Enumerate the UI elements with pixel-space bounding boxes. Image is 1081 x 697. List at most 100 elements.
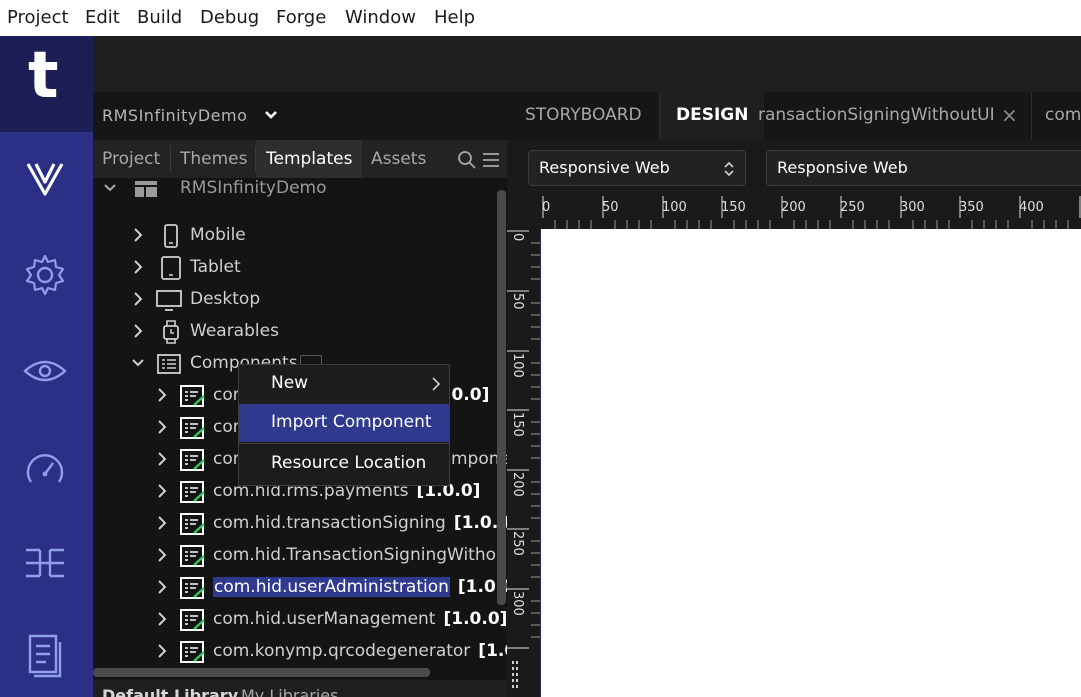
chevron-right-icon[interactable] <box>131 226 145 244</box>
tab-divider <box>1031 92 1032 140</box>
chevron-right-icon[interactable] <box>131 290 145 308</box>
tree-horizontal-scrollbar[interactable] <box>93 668 430 677</box>
editor-toolbar: Responsive Web Responsive Web <box>507 140 1081 196</box>
tree-item-desktop[interactable]: Desktop <box>93 285 507 315</box>
chevron-right-icon[interactable] <box>131 258 145 276</box>
context-menu-label: New <box>271 373 309 393</box>
component-icon <box>180 609 205 631</box>
component-icon <box>180 641 205 663</box>
menu-debug[interactable]: Debug <box>200 7 259 28</box>
chevron-down-icon[interactable] <box>265 110 277 120</box>
form-select-value: Responsive Web <box>777 158 908 177</box>
component-row[interactable]: com.hid.userManagement [1.0.0] <box>93 605 507 635</box>
editor-tabs: STORYBOARD DESIGN ransactionSigningWitho… <box>507 92 1081 140</box>
top-toolbar <box>93 36 1081 92</box>
menu-edit[interactable]: Edit <box>85 7 120 28</box>
tab-divider <box>170 146 171 172</box>
chevron-right-icon[interactable] <box>131 322 145 340</box>
preview-eye-icon[interactable] <box>22 348 68 394</box>
project-name[interactable]: RMSInfinityDemo <box>102 106 247 125</box>
icon-rail: t <box>0 36 93 697</box>
document-icon[interactable] <box>22 632 68 678</box>
tree-item-label: Tablet <box>190 257 241 277</box>
tree-vertical-scrollbar[interactable] <box>497 190 506 605</box>
chevron-right-icon[interactable] <box>155 610 169 628</box>
channel-select-value: Responsive Web <box>539 158 670 177</box>
context-menu-new[interactable]: New <box>239 365 449 403</box>
tab-templates[interactable]: Templates <box>256 140 363 178</box>
ruler-v-label: 50 <box>510 293 525 310</box>
chevron-right-icon[interactable] <box>155 418 169 436</box>
context-menu-label: Resource Location <box>271 453 427 473</box>
channel-select[interactable]: Responsive Web <box>528 150 746 186</box>
tab-default-library[interactable]: Default Library <box>102 686 238 697</box>
tree-root-label: RMSInfinityDemo <box>180 178 327 198</box>
close-tab-icon[interactable]: × <box>1001 92 1018 140</box>
app-logo[interactable]: t <box>0 36 93 132</box>
component-row[interactable]: com.konymp.qrcodegenerator[1.0. <box>93 637 507 667</box>
chevron-down-icon[interactable] <box>131 354 145 372</box>
tab-assets[interactable]: Assets <box>371 140 426 178</box>
tree-item-wearables[interactable]: Wearables <box>93 317 507 347</box>
chevron-right-icon[interactable] <box>155 482 169 500</box>
ruler-v-label: 250 <box>510 531 525 556</box>
tab-themes[interactable]: Themes <box>180 140 248 178</box>
component-list-icon <box>157 354 181 374</box>
desktop-monitor-icon <box>156 290 182 311</box>
component-row[interactable]: com.hid.TransactionSigningWithout <box>93 541 507 571</box>
ruler-h-label: 350 <box>959 200 984 215</box>
form-select[interactable]: Responsive Web <box>766 150 1081 186</box>
chevron-updown-icon <box>724 161 734 177</box>
chevron-right-icon[interactable] <box>155 450 169 468</box>
ruler-h-label: 150 <box>721 200 746 215</box>
visualizer-logo-icon[interactable] <box>22 156 68 202</box>
component-row-selected[interactable]: com.hid.userAdministration[1.0.0] <box>93 573 507 603</box>
menu-window[interactable]: Window <box>345 7 416 28</box>
tab-project[interactable]: Project <box>102 140 160 178</box>
chevron-right-icon[interactable] <box>155 642 169 660</box>
tab-com[interactable]: com <box>1045 92 1081 140</box>
tab-my-libraries[interactable]: My Libraries <box>241 686 338 697</box>
split-merge-icon[interactable] <box>22 540 68 586</box>
tree-item-label: Wearables <box>190 321 279 341</box>
component-icon <box>180 545 205 567</box>
menu-forge[interactable]: Forge <box>276 7 326 28</box>
component-icon <box>180 385 205 407</box>
chevron-right-icon[interactable] <box>155 578 169 596</box>
tab-form-transaction-signing[interactable]: ransactionSigningWithoutUI <box>758 92 995 140</box>
menu-icon[interactable] <box>482 151 500 169</box>
chevron-right-icon[interactable] <box>155 514 169 532</box>
vertical-ruler: 0 50 100 150 200 250 300 <box>507 229 541 697</box>
tree-item-tablet[interactable]: Tablet <box>93 253 507 283</box>
app-logo-letter: t <box>28 39 59 113</box>
context-menu-resource-location[interactable]: Resource Location <box>239 445 449 483</box>
tab-storyboard[interactable]: STORYBOARD <box>525 92 642 140</box>
settings-gear-icon[interactable] <box>22 252 68 298</box>
component-icon <box>180 449 205 471</box>
component-version: [1.0. <box>478 641 507 661</box>
component-icon <box>180 577 205 599</box>
chevron-right-icon[interactable] <box>155 546 169 564</box>
ruler-v-label: 100 <box>510 353 525 378</box>
tablet-device-icon <box>161 256 181 280</box>
tree-item-label: Desktop <box>190 289 261 309</box>
menu-project[interactable]: Project <box>7 7 69 28</box>
menu-build[interactable]: Build <box>137 7 182 28</box>
ruler-h-label: 100 <box>662 200 687 215</box>
context-menu-import-component[interactable]: Import Component <box>239 404 449 442</box>
component-row[interactable]: com.hid.transactionSigning[1.0.0] <box>93 509 507 539</box>
context-menu: New Import Component Resource Location <box>238 364 450 486</box>
component-label: com.hid.userManagement [1.0.0] <box>213 609 507 629</box>
tab-design[interactable]: DESIGN <box>660 92 765 140</box>
component-icon <box>180 417 205 439</box>
tree-item-mobile[interactable]: Mobile <box>93 221 507 251</box>
chevron-right-icon <box>432 377 441 391</box>
performance-gauge-icon[interactable] <box>22 446 68 492</box>
chevron-down-icon[interactable] <box>103 179 117 197</box>
chevron-right-icon[interactable] <box>155 386 169 404</box>
search-icon[interactable] <box>457 150 477 170</box>
ruler-h-label: 300 <box>900 200 925 215</box>
design-canvas[interactable] <box>541 229 1081 697</box>
tree-root-row[interactable]: RMSInfinityDemo <box>93 178 507 204</box>
menu-help[interactable]: Help <box>434 7 475 28</box>
